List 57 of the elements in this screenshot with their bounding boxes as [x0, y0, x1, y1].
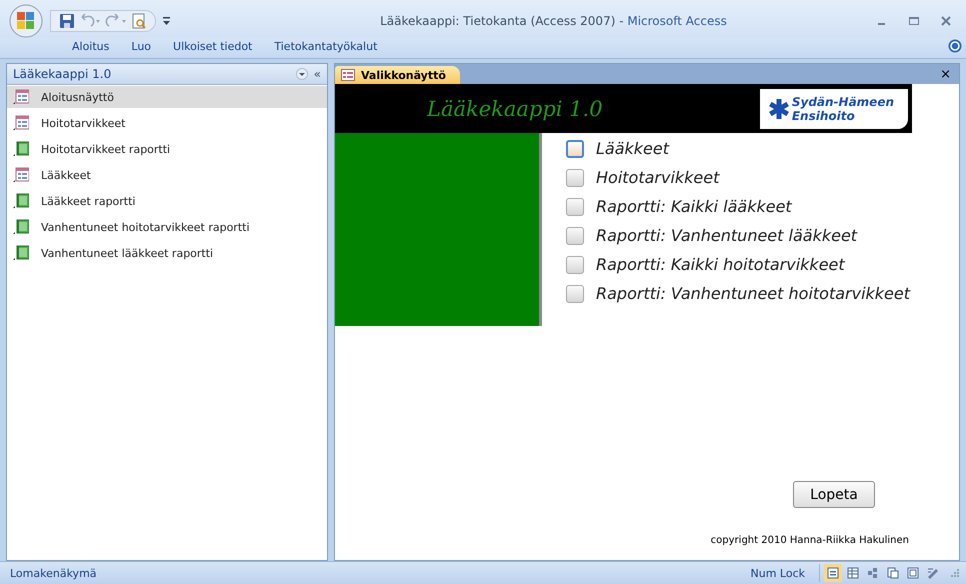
option-button[interactable]	[566, 284, 584, 302]
option-button[interactable]	[566, 256, 584, 274]
view-button[interactable]	[824, 564, 842, 582]
window-title: Lääkekaappi: Tietokanta (Access 2007) -	[380, 14, 625, 28]
option-label[interactable]: Lääkkeet	[596, 139, 670, 158]
form-title: Lääkekaappi 1.0	[427, 96, 603, 120]
report-icon	[13, 141, 29, 157]
design-view-icon	[926, 566, 940, 580]
option-button[interactable]	[566, 168, 584, 186]
dropdown-icon[interactable]	[296, 68, 308, 80]
nav-item[interactable]: Lääkkeet	[7, 164, 327, 186]
ribbon-tab[interactable]: Tietokantatyökalut	[274, 40, 378, 52]
nav-pane-title: Lääkekaappi 1.0	[13, 67, 112, 81]
option-button[interactable]	[566, 198, 584, 216]
report-icon	[13, 193, 29, 209]
nav-item[interactable]: Vanhentuneet lääkkeet raportti	[7, 242, 327, 264]
logo-text: Sydän-Hämeen	[792, 94, 894, 108]
close-icon[interactable]	[940, 15, 952, 27]
ribbon-tab[interactable]: Luo	[131, 40, 152, 52]
option-button[interactable]	[566, 140, 584, 158]
option-label[interactable]: Raportti: Vanhentuneet lääkkeet	[596, 226, 858, 245]
print-preview-icon[interactable]	[131, 13, 147, 29]
exit-button[interactable]: Lopeta	[793, 481, 875, 508]
form-icon	[13, 167, 29, 183]
form-view-icon	[826, 566, 840, 580]
app-name: Microsoft Access	[627, 14, 727, 28]
form-icon	[13, 89, 29, 105]
form-icon	[341, 69, 355, 81]
nav-item[interactable]: Hoitotarvikkeet	[7, 112, 327, 134]
nav-item[interactable]: Aloitusnäyttö	[7, 86, 327, 108]
option-label[interactable]: Raportti: Vanhentuneet hoitotarvikkeet	[596, 284, 910, 303]
resize-grip-icon[interactable]	[950, 568, 960, 578]
logo-text: Ensihoito	[792, 108, 855, 122]
form-icon	[13, 115, 29, 131]
option-label[interactable]: Raportti: Kaikki hoitotarvikkeet	[596, 255, 845, 274]
option-label[interactable]: Raportti: Kaikki lääkkeet	[596, 197, 792, 216]
redo-icon[interactable]	[105, 13, 127, 29]
nav-item[interactable]: Lääkkeet raportti	[7, 190, 327, 212]
option-label[interactable]: Hoitotarvikkeet	[596, 168, 720, 187]
customize-arrow-icon[interactable]	[162, 16, 171, 26]
maximize-icon[interactable]	[908, 15, 920, 27]
nav-item[interactable]: Vanhentuneet hoitotarvikkeet raportti	[7, 216, 327, 238]
option-button[interactable]	[566, 226, 584, 244]
save-icon[interactable]	[59, 13, 75, 29]
office-button[interactable]	[8, 4, 44, 38]
report-icon	[13, 219, 29, 235]
collapse-button[interactable]: «	[314, 67, 321, 81]
status-text: Lomakenäkymä	[10, 566, 97, 580]
nav-item[interactable]: Hoitotarvikkeet raportti	[7, 138, 327, 160]
num-lock-indicator: Num Lock	[750, 566, 806, 580]
close-button[interactable]: ×	[940, 66, 951, 82]
copyright-text: copyright 2010 Hanna-Riikka Hakulinen	[710, 535, 909, 546]
ribbon-tab[interactable]: Ulkoiset tiedot	[173, 40, 252, 52]
document-tab[interactable]: Valikkonäyttö	[335, 66, 460, 84]
datasheet-view-icon	[846, 566, 860, 580]
ribbon-tab[interactable]: Aloitus	[72, 40, 110, 52]
report-icon	[13, 245, 29, 261]
